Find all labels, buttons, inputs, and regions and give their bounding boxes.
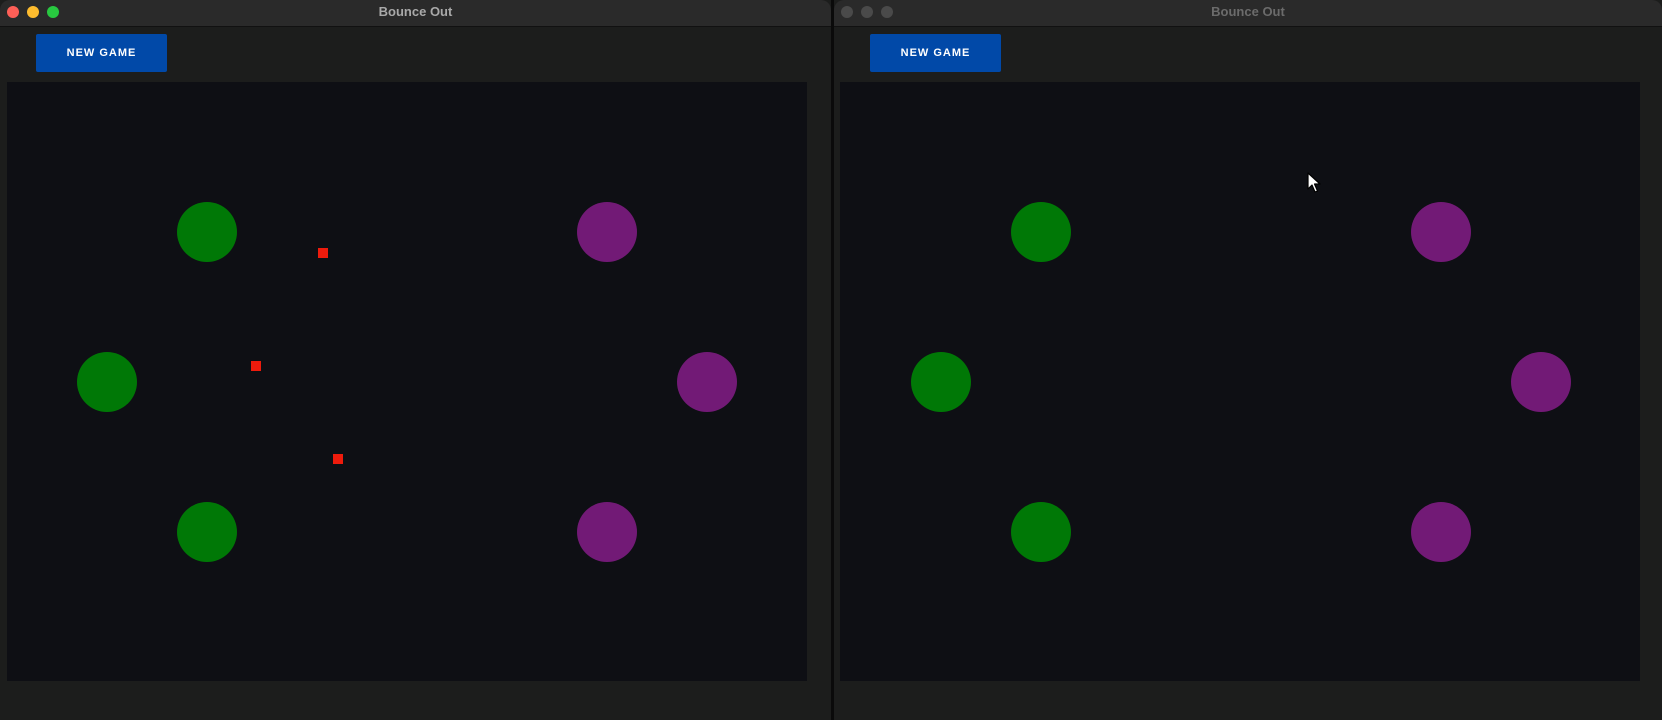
purple-ball[interactable] [1511, 352, 1571, 412]
purple-ball[interactable] [1411, 202, 1471, 262]
green-ball[interactable] [1011, 502, 1071, 562]
title-bar[interactable]: Bounce Out [0, 0, 831, 27]
window-title: Bounce Out [378, 4, 453, 19]
purple-ball[interactable] [677, 352, 737, 412]
game-board[interactable] [840, 82, 1640, 681]
title-bar[interactable]: Bounce Out [834, 0, 1662, 27]
green-ball[interactable] [911, 352, 971, 412]
purple-ball[interactable] [1411, 502, 1471, 562]
green-ball[interactable] [177, 502, 237, 562]
green-ball[interactable] [177, 202, 237, 262]
red-token [333, 454, 343, 464]
mouse-cursor-icon [1307, 172, 1321, 193]
new-game-button[interactable]: NEW GAME [870, 34, 1001, 72]
purple-ball[interactable] [577, 202, 637, 262]
green-ball[interactable] [77, 352, 137, 412]
window-title: Bounce Out [1211, 4, 1285, 19]
desktop: Bounce Out NEW GAME Bounce Out NEW GAME [0, 0, 1662, 720]
green-ball[interactable] [1011, 202, 1071, 262]
game-window-left: Bounce Out NEW GAME [0, 0, 831, 720]
game-window-right: Bounce Out NEW GAME [834, 0, 1662, 720]
red-token [251, 361, 261, 371]
purple-ball[interactable] [577, 502, 637, 562]
red-token [318, 248, 328, 258]
new-game-button[interactable]: NEW GAME [36, 34, 167, 72]
game-board[interactable] [7, 82, 807, 681]
